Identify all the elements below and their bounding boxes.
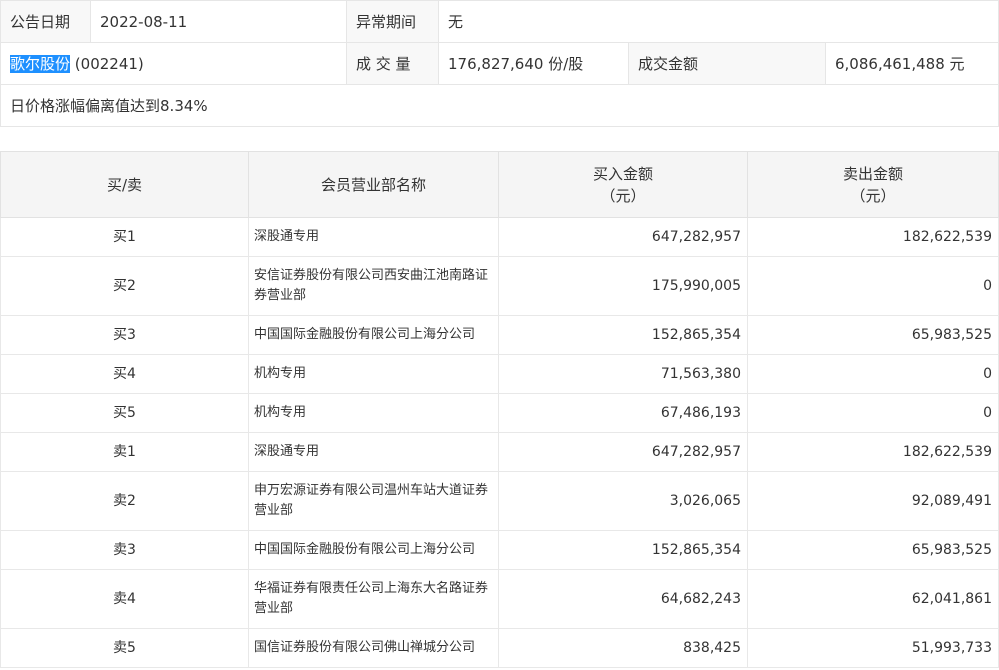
row-direction: 买3 xyxy=(0,315,249,355)
stock-name-cell: 歌尔股份 (002241) xyxy=(0,42,347,85)
table-row: 买2 安信证券股份有限公司西安曲江池南路证券营业部 175,990,005 0 xyxy=(0,256,999,316)
row-sell-amount: 182,622,539 xyxy=(747,432,999,472)
abnormal-period-label: 异常期间 xyxy=(346,0,439,43)
row-direction: 卖4 xyxy=(0,569,249,629)
stock-info-table: 公告日期 2022-08-11 异常期间 无 歌尔股份 (002241) 成 交… xyxy=(0,0,999,127)
col-header-sell-unit: （元） xyxy=(850,186,896,205)
table-row: 卖2 申万宏源证券有限公司温州车站大道证券营业部 3,026,065 92,08… xyxy=(0,471,999,531)
row-branch-name: 安信证券股份有限公司西安曲江池南路证券营业部 xyxy=(248,256,499,316)
row-buy-amount: 647,282,957 xyxy=(498,217,748,257)
stock-name-selected[interactable]: 歌尔股份 xyxy=(10,55,71,73)
row-sell-amount: 51,993,733 xyxy=(747,628,999,668)
table-row: 买1 深股通专用 647,282,957 182,622,539 xyxy=(0,217,999,257)
table-row: 卖5 国信证券股份有限公司佛山禅城分公司 838,425 51,993,733 xyxy=(0,628,999,668)
table-row: 卖1 深股通专用 647,282,957 182,622,539 xyxy=(0,432,999,472)
row-direction: 买5 xyxy=(0,393,249,433)
row-buy-amount: 838,425 xyxy=(498,628,748,668)
row-buy-amount: 67,486,193 xyxy=(498,393,748,433)
row-buy-amount: 647,282,957 xyxy=(498,432,748,472)
table-row: 卖3 中国国际金融股份有限公司上海分公司 152,865,354 65,983,… xyxy=(0,530,999,570)
abnormal-period-value: 无 xyxy=(437,0,999,43)
row-branch-name: 深股通专用 xyxy=(248,217,499,257)
row-buy-amount: 3,026,065 xyxy=(498,471,748,531)
col-header-direction: 买/卖 xyxy=(0,151,249,218)
col-header-sell: 卖出金额 （元） xyxy=(747,151,999,218)
row-branch-name: 深股通专用 xyxy=(248,432,499,472)
row-buy-amount: 64,682,243 xyxy=(498,569,748,629)
row-direction: 卖5 xyxy=(0,628,249,668)
col-header-buy-unit: （元） xyxy=(600,186,646,205)
row-buy-amount: 152,865,354 xyxy=(498,315,748,355)
row-sell-amount: 65,983,525 xyxy=(747,530,999,570)
col-header-sell-title: 卖出金额 xyxy=(842,164,903,183)
amount-value: 6,086,461,488 元 xyxy=(824,42,999,85)
row-buy-amount: 152,865,354 xyxy=(498,530,748,570)
volume-label: 成 交 量 xyxy=(346,42,439,85)
announce-date-value: 2022-08-11 xyxy=(90,0,347,43)
row-direction: 卖2 xyxy=(0,471,249,531)
row-sell-amount: 182,622,539 xyxy=(747,217,999,257)
stock-code: (002241) xyxy=(74,55,144,73)
row-direction: 买4 xyxy=(0,354,249,394)
table-row: 买3 中国国际金融股份有限公司上海分公司 152,865,354 65,983,… xyxy=(0,315,999,355)
row-buy-amount: 175,990,005 xyxy=(498,256,748,316)
info-row-date: 公告日期 2022-08-11 异常期间 无 xyxy=(0,0,999,43)
row-direction: 买2 xyxy=(0,256,249,316)
row-sell-amount: 65,983,525 xyxy=(747,315,999,355)
row-direction: 买1 xyxy=(0,217,249,257)
volume-value: 176,827,640 份/股 xyxy=(438,42,629,85)
info-row-reason: 日价格涨幅偏离值达到8.34% xyxy=(0,84,999,127)
row-buy-amount: 71,563,380 xyxy=(498,354,748,394)
row-sell-amount: 0 xyxy=(747,393,999,433)
row-direction: 卖1 xyxy=(0,432,249,472)
trading-branch-table: 买/卖 会员营业部名称 买入金额 （元） 卖出金额 （元） 买1 深股通专用 6… xyxy=(0,151,999,668)
listing-reason: 日价格涨幅偏离值达到8.34% xyxy=(0,84,999,127)
table-row: 买5 机构专用 67,486,193 0 xyxy=(0,393,999,433)
row-direction: 卖3 xyxy=(0,530,249,570)
row-branch-name: 机构专用 xyxy=(248,354,499,394)
col-header-buy-title: 买入金额 xyxy=(592,164,653,183)
table-row: 买4 机构专用 71,563,380 0 xyxy=(0,354,999,394)
table-row: 卖4 华福证券有限责任公司上海东大名路证券营业部 64,682,243 62,0… xyxy=(0,569,999,629)
col-header-buy: 买入金额 （元） xyxy=(498,151,748,218)
row-branch-name: 中国国际金融股份有限公司上海分公司 xyxy=(248,530,499,570)
row-sell-amount: 92,089,491 xyxy=(747,471,999,531)
row-branch-name: 申万宏源证券有限公司温州车站大道证券营业部 xyxy=(248,471,499,531)
announce-date-label: 公告日期 xyxy=(0,0,91,43)
row-sell-amount: 0 xyxy=(747,354,999,394)
row-branch-name: 华福证券有限责任公司上海东大名路证券营业部 xyxy=(248,569,499,629)
amount-label: 成交金额 xyxy=(628,42,826,85)
row-sell-amount: 62,041,861 xyxy=(747,569,999,629)
page: 公告日期 2022-08-11 异常期间 无 歌尔股份 (002241) 成 交… xyxy=(0,0,999,670)
info-row-volume: 歌尔股份 (002241) 成 交 量 176,827,640 份/股 成交金额… xyxy=(0,42,999,85)
row-branch-name: 中国国际金融股份有限公司上海分公司 xyxy=(248,315,499,355)
col-header-branch: 会员营业部名称 xyxy=(248,151,499,218)
row-branch-name: 国信证券股份有限公司佛山禅城分公司 xyxy=(248,628,499,668)
table-header-row: 买/卖 会员营业部名称 买入金额 （元） 卖出金额 （元） xyxy=(0,151,999,218)
row-branch-name: 机构专用 xyxy=(248,393,499,433)
row-sell-amount: 0 xyxy=(747,256,999,316)
